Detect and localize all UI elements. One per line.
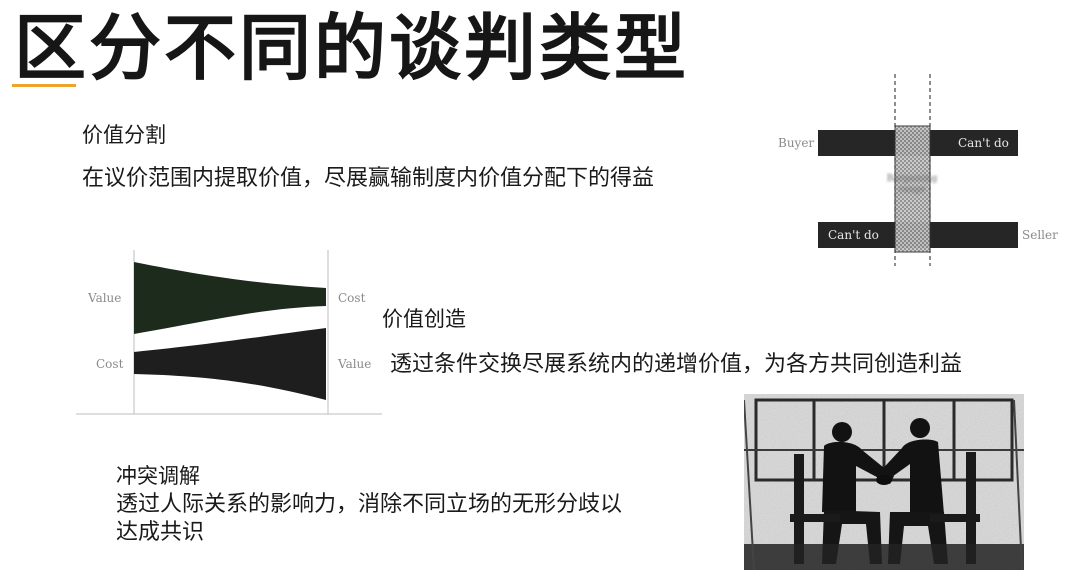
seller-cant-do-label: Can't do bbox=[828, 228, 879, 242]
value-creation-graphic bbox=[76, 250, 382, 415]
seller-label: Seller bbox=[1022, 228, 1058, 242]
slide-title: 区分不同的谈判类型 bbox=[14, 6, 690, 90]
buyer-cant-do-label: Can't do bbox=[958, 136, 1009, 150]
cost-value-bottom-band bbox=[134, 328, 326, 400]
left-top-value-label: Value bbox=[88, 291, 122, 305]
right-top-cost-label: Cost bbox=[338, 291, 366, 305]
value-creation-description: 透过条件交换尽展系统内的递增价值，为各方共同创造利益 bbox=[390, 352, 963, 377]
handshake-sketch-image bbox=[744, 394, 1024, 570]
buyer-label: Buyer bbox=[778, 136, 815, 150]
value-cost-top-band bbox=[134, 262, 326, 334]
right-bottom-value-label: Value bbox=[338, 357, 372, 371]
value-distribution-heading: 价值分割 bbox=[82, 123, 166, 147]
left-bottom-cost-label: Cost bbox=[96, 357, 124, 371]
value-creation-heading: 价值创造 bbox=[382, 307, 466, 331]
value-creation-diagram: Value Cost Cost Value bbox=[74, 246, 386, 416]
conflict-resolution-description-line2: 达成共识 bbox=[116, 520, 205, 545]
value-distribution-description: 在议价范围内提取价值，尽展赢输制度内价值分配下的得益 bbox=[82, 166, 655, 191]
title-accent-underline bbox=[12, 84, 76, 87]
bargaining-range-label: Bargaining range bbox=[886, 174, 938, 195]
bargaining-range-diagram: Buyer Can't do Can't do Seller Bargainin… bbox=[770, 70, 1070, 270]
